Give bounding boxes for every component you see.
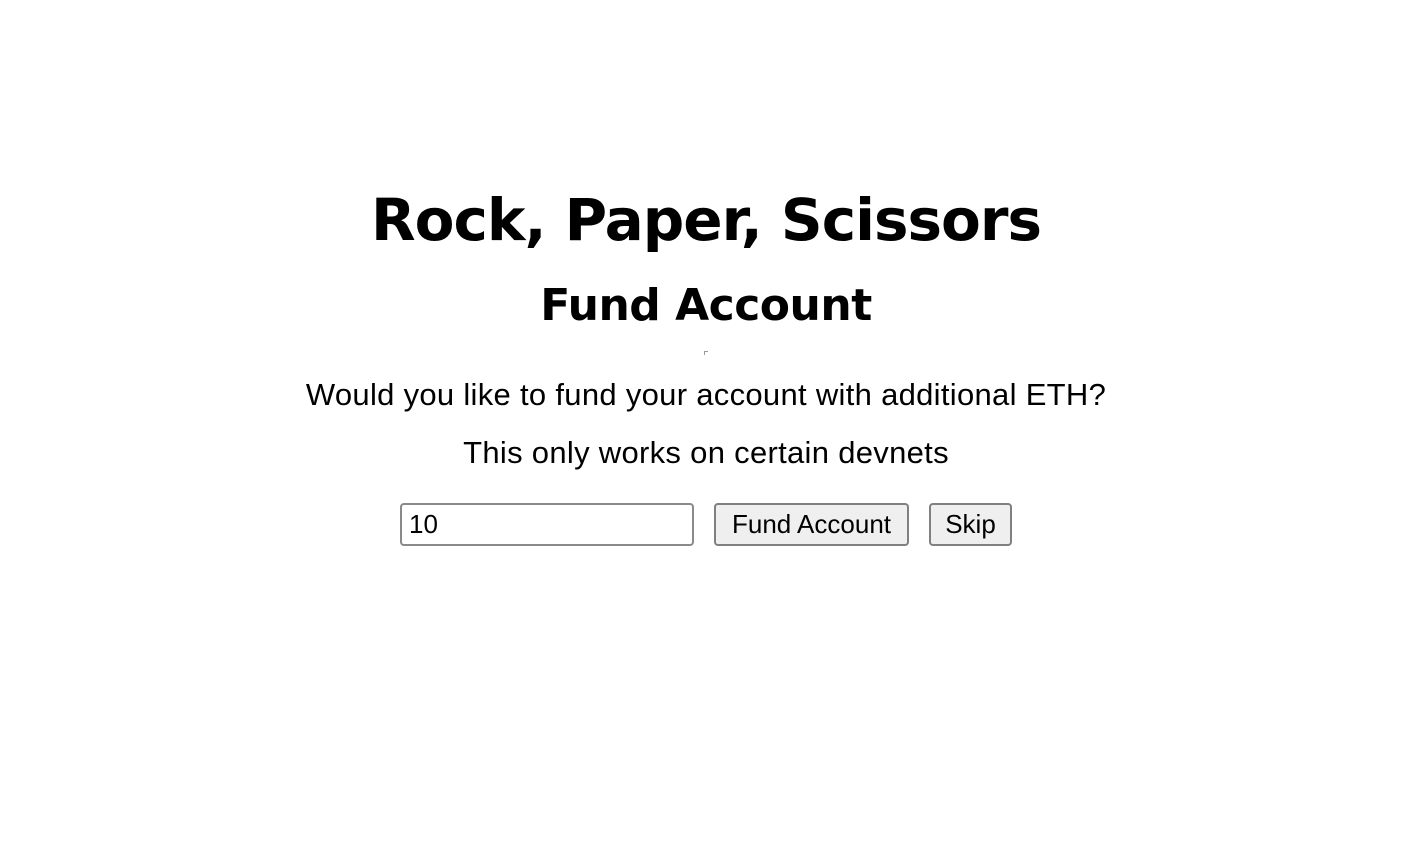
page: Rock, Paper, Scissors Fund Account Would… bbox=[0, 0, 1420, 842]
devnet-note: This only works on certain devnets bbox=[463, 435, 949, 470]
section-title: Fund Account bbox=[540, 280, 872, 331]
fund-question: Would you like to fund your account with… bbox=[305, 377, 1107, 412]
skip-button[interactable]: Skip bbox=[929, 502, 1012, 546]
page-title: Rock, Paper, Scissors bbox=[371, 186, 1042, 254]
broken-image-icon bbox=[704, 351, 708, 355]
amount-input[interactable] bbox=[400, 502, 694, 546]
fund-account-button[interactable]: Fund Account bbox=[714, 502, 909, 546]
fund-form: Fund Account Skip bbox=[400, 502, 1012, 546]
